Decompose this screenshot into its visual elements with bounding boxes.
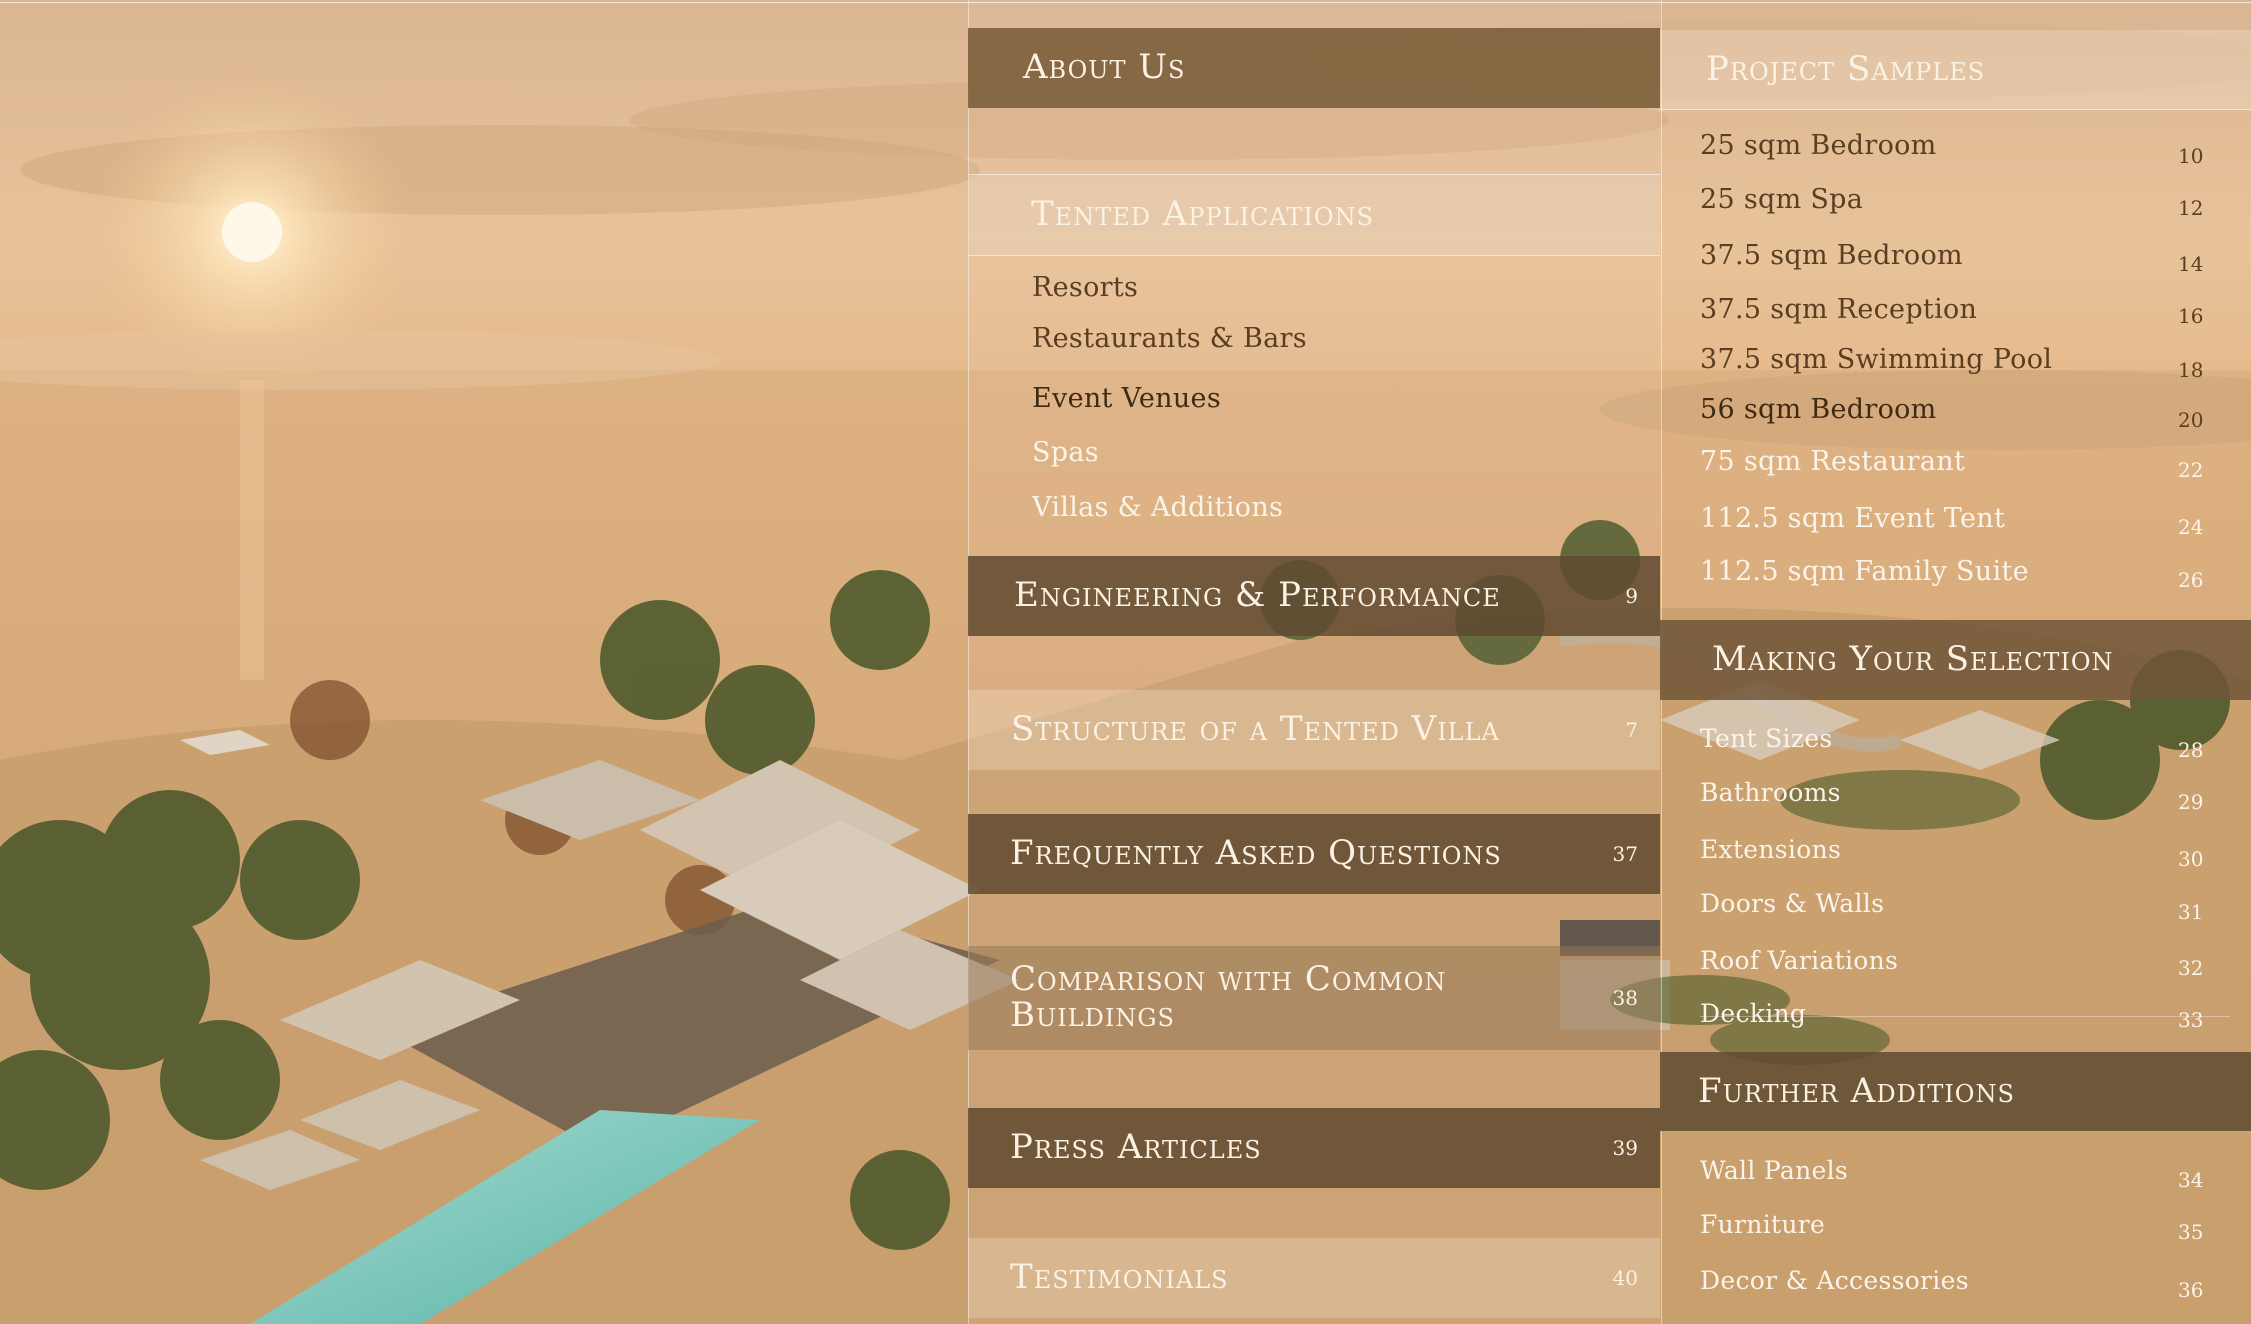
section-project-samples[interactable]: Project Samples	[1660, 30, 2251, 110]
toc-item-25-spa[interactable]: 25 sqm Spa	[1700, 184, 1863, 215]
toc-page-375-bedroom: 14	[2178, 252, 2204, 276]
toc-item-furniture[interactable]: Furniture	[1700, 1210, 1825, 1239]
section-press-articles[interactable]: Press Articles 39	[968, 1108, 1660, 1188]
section-comparison-common-buildings-label: Comparison with Common Buildings	[1010, 962, 1446, 1033]
section-comparison-common-buildings[interactable]: Comparison with Common Buildings 38	[968, 946, 1660, 1050]
toc-page-extensions: 30	[2178, 847, 2204, 871]
section-about-us[interactable]: About Us	[968, 28, 1660, 108]
section-comparison-common-buildings-page: 38	[1612, 986, 1638, 1010]
toc-item-decking[interactable]: Decking	[1700, 999, 1806, 1028]
toc-item-75-restaurant[interactable]: 75 sqm Restaurant	[1700, 446, 1965, 477]
toc-item-wall-panels[interactable]: Wall Panels	[1700, 1156, 1848, 1185]
toc-item-spas[interactable]: Spas	[1032, 437, 1099, 468]
section-comparison-line2: Buildings	[1010, 995, 1175, 1035]
toc-page-56-bedroom: 20	[2178, 408, 2204, 432]
section-press-articles-page: 39	[1612, 1136, 1638, 1160]
toc-item-restaurants-bars[interactable]: Restaurants & Bars	[1032, 323, 1307, 354]
section-frequently-asked-questions[interactable]: Frequently Asked Questions 37	[968, 814, 1660, 894]
toc-page-bathrooms: 29	[2178, 790, 2204, 814]
toc-item-375-bedroom[interactable]: 37.5 sqm Bedroom	[1700, 240, 1963, 271]
toc-item-tent-sizes[interactable]: Tent Sizes	[1700, 724, 1833, 753]
section-structure-tented-villa-page: 7	[1625, 718, 1638, 742]
toc-item-56-bedroom[interactable]: 56 sqm Bedroom	[1700, 394, 1937, 425]
section-further-additions-label: Further Additions	[1698, 1070, 2015, 1111]
toc-item-roof-variations[interactable]: Roof Variations	[1700, 946, 1898, 975]
section-structure-tented-villa-label: Structure of a Tented Villa	[1011, 709, 1500, 750]
toc-page-375-swimming-pool: 18	[2178, 358, 2204, 382]
section-press-articles-label: Press Articles	[1010, 1127, 1262, 1168]
toc-item-extensions[interactable]: Extensions	[1700, 835, 1841, 864]
decking-divider	[1700, 1016, 2230, 1017]
toc-page-decor-accessories: 36	[2178, 1278, 2204, 1302]
toc-page-tent-sizes: 28	[2178, 738, 2204, 762]
toc-item-25-bedroom[interactable]: 25 sqm Bedroom	[1700, 130, 1937, 161]
section-testimonials-label: Testimonials	[1010, 1257, 1229, 1298]
toc-item-resorts[interactable]: Resorts	[1032, 272, 1138, 303]
toc-page-1125-family-suite: 26	[2178, 568, 2204, 592]
section-tented-applications[interactable]: Tented Applications	[968, 174, 1660, 256]
toc-page-25-spa: 12	[2178, 196, 2204, 220]
toc-item-event-venues[interactable]: Event Venues	[1032, 383, 1221, 414]
section-project-samples-label: Project Samples	[1706, 48, 1986, 89]
toc-page-doors-walls: 31	[2178, 900, 2204, 924]
toc-item-375-swimming-pool[interactable]: 37.5 sqm Swimming Pool	[1700, 344, 2052, 375]
toc-page-wall-panels: 34	[2178, 1168, 2204, 1192]
toc-item-villas-additions[interactable]: Villas & Additions	[1032, 492, 1283, 523]
section-about-us-label: About Us	[1023, 47, 1186, 88]
toc-item-decor-accessories[interactable]: Decor & Accessories	[1700, 1266, 1969, 1295]
toc-item-375-reception[interactable]: 37.5 sqm Reception	[1700, 294, 1977, 325]
section-engineering-performance-page: 9	[1625, 584, 1638, 608]
toc-item-doors-walls[interactable]: Doors & Walls	[1700, 889, 1884, 918]
toc-item-bathrooms[interactable]: Bathrooms	[1700, 778, 1841, 807]
toc-page-375-reception: 16	[2178, 304, 2204, 328]
section-making-your-selection-label: Making Your Selection	[1712, 639, 2114, 680]
section-structure-tented-villa[interactable]: Structure of a Tented Villa 7	[968, 690, 1660, 770]
section-frequently-asked-questions-page: 37	[1612, 842, 1638, 866]
toc-page-25-bedroom: 10	[2178, 144, 2204, 168]
toc-page-75-restaurant: 22	[2178, 458, 2204, 482]
section-testimonials-page: 40	[1612, 1266, 1638, 1290]
section-tented-applications-label: Tented Applications	[1031, 194, 1375, 235]
toc-item-1125-event-tent[interactable]: 112.5 sqm Event Tent	[1700, 503, 2005, 534]
toc-page-roof-variations: 32	[2178, 956, 2204, 980]
section-testimonials[interactable]: Testimonials 40	[968, 1238, 1660, 1318]
section-frequently-asked-questions-label: Frequently Asked Questions	[1010, 833, 1502, 874]
toc-page-furniture: 35	[2178, 1220, 2204, 1244]
section-making-your-selection[interactable]: Making Your Selection	[1660, 620, 2251, 700]
toc-page-1125-event-tent: 24	[2178, 515, 2204, 539]
table-of-contents: About Us Tented Applications Resorts Res…	[0, 0, 2251, 1324]
section-engineering-performance-label: Engineering & Performance	[1014, 575, 1501, 616]
section-engineering-performance[interactable]: Engineering & Performance 9	[968, 556, 1660, 636]
toc-page-decking: 33	[2178, 1008, 2204, 1032]
section-further-additions[interactable]: Further Additions	[1660, 1052, 2251, 1132]
section-comparison-line1: Comparison with Common	[1010, 959, 1447, 1000]
toc-item-1125-family-suite[interactable]: 112.5 sqm Family Suite	[1700, 556, 2029, 587]
